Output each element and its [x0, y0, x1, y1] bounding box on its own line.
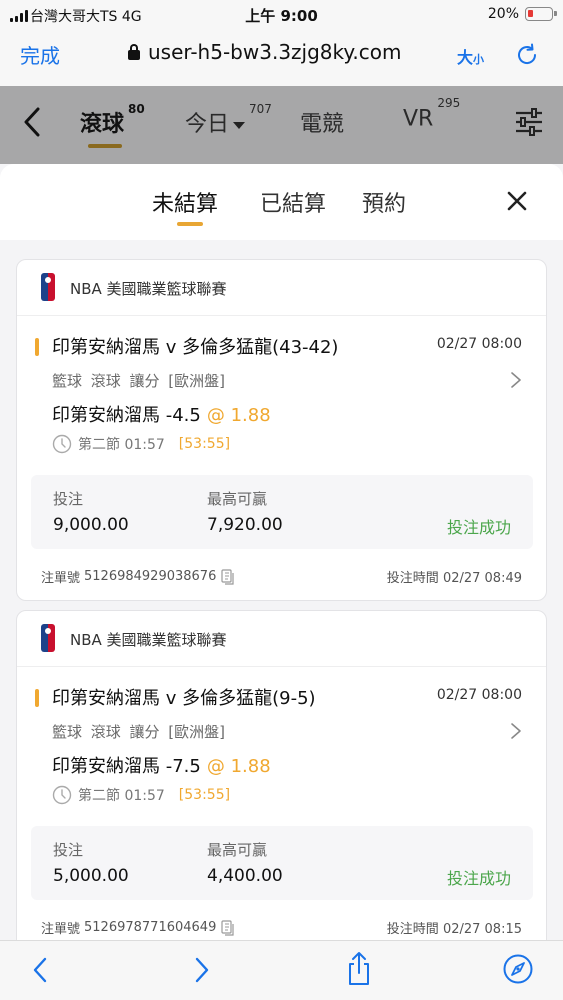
filter-icon[interactable] [514, 108, 544, 136]
share-icon[interactable] [344, 951, 374, 987]
battery-percent: 20% [487, 6, 519, 22]
tab-today[interactable]: 今日707 [185, 102, 272, 138]
tab-live[interactable]: 滾球80 [80, 102, 145, 148]
order-label: 注單號 [41, 922, 81, 937]
nba-logo-icon [41, 273, 55, 301]
max-win-amount: 4,400.00 [207, 866, 283, 886]
game-clock: 第二節 01:57 [53:55] [52, 785, 230, 805]
tab-settled[interactable]: 已結算 [260, 186, 326, 218]
copy-icon[interactable] [220, 568, 236, 585]
clock-icon [52, 434, 72, 454]
browser-address-bar: 完成 user-h5-bw3.3zjg8ky.com 大小 [0, 30, 563, 86]
live-indicator [35, 338, 39, 356]
copy-icon[interactable] [220, 919, 236, 936]
close-icon[interactable] [506, 190, 528, 212]
back-arrow-icon[interactable] [30, 955, 50, 985]
order-label: 注單號 [41, 571, 81, 586]
forward-arrow-icon[interactable] [192, 955, 212, 985]
sheet-header: 未結算 已結算 預約 [0, 164, 563, 240]
bet-selection: 印第安納溜馬 -7.5 @ 1.88 [52, 756, 271, 777]
bet-time: 投注時間 02/27 08:49 [386, 571, 522, 586]
clock-icon [52, 785, 72, 805]
max-win-label: 最高可贏 [207, 841, 268, 859]
max-win-label: 最高可贏 [207, 490, 268, 508]
match-date: 02/27 08:00 [436, 687, 522, 703]
bet-status: 投注成功 [446, 518, 511, 537]
max-win-amount: 7,920.00 [207, 515, 283, 535]
bet-status: 投注成功 [446, 869, 511, 888]
lock-icon [128, 44, 140, 60]
league-name: NBA 美國職業籃球聯賽 [70, 631, 227, 649]
stake-summary: 投注 5,000.00 最高可贏 4,400.00 投注成功 [31, 826, 533, 900]
bet-record-sheet: 未結算 已結算 預約 NBA 美國職業籃球聯賽 印第安納溜馬 v 多倫多猛龍(4… [0, 164, 563, 940]
game-clock: 第二節 01:57 [53:55] [52, 434, 230, 454]
order-number: 5126978771604649 [84, 920, 217, 935]
live-score: [53:55] [178, 436, 231, 452]
status-bar: 台灣大哥大TS 4G 上午 9:00 20% [0, 0, 563, 30]
order-number: 5126984929038676 [84, 569, 217, 584]
stake-label: 投注 [53, 490, 84, 508]
live-score: [53:55] [178, 787, 231, 803]
url-text: user-h5-bw3.3zjg8ky.com [148, 40, 402, 64]
stake-amount: 9,000.00 [53, 515, 129, 535]
match-title: 印第安納溜馬 v 多倫多猛龍(43-42) [52, 337, 339, 358]
tab-esports[interactable]: 電競 [300, 106, 344, 138]
reload-icon[interactable] [514, 42, 540, 68]
bet-selection: 印第安納溜馬 -4.5 @ 1.88 [52, 405, 271, 426]
chevron-right-icon[interactable] [510, 370, 522, 390]
bet-card: NBA 美國職業籃球聯賽 印第安納溜馬 v 多倫多猛龍(9-5) 02/27 0… [16, 610, 547, 940]
back-icon[interactable] [22, 106, 42, 138]
done-button[interactable]: 完成 [20, 40, 60, 69]
app-nav: 滾球80 今日707 電競 VR295 [0, 86, 563, 164]
bet-type: 籃球 滾球 讓分 [歐洲盤] [52, 723, 226, 741]
match-date: 02/27 08:00 [436, 336, 522, 352]
url-field[interactable]: user-h5-bw3.3zjg8ky.com [128, 40, 401, 64]
bet-card: NBA 美國職業籃球聯賽 印第安納溜馬 v 多倫多猛龍(43-42) 02/27… [16, 259, 547, 601]
league-name: NBA 美國職業籃球聯賽 [70, 280, 227, 298]
browser-toolbar [0, 940, 563, 1000]
tab-unsettled[interactable]: 未結算 [152, 186, 218, 226]
nba-logo-icon [41, 624, 55, 652]
odds: @ 1.88 [206, 756, 271, 777]
stake-amount: 5,000.00 [53, 866, 129, 886]
period-time: 第二節 01:57 [78, 788, 165, 804]
chevron-right-icon[interactable] [510, 721, 522, 741]
tab-reserved[interactable]: 預約 [362, 186, 406, 218]
battery-icon [525, 7, 557, 21]
league-header: NBA 美國職業籃球聯賽 [17, 611, 546, 667]
compass-icon[interactable] [502, 953, 534, 985]
live-indicator [35, 689, 39, 707]
period-time: 第二節 01:57 [78, 437, 165, 453]
chevron-down-icon [233, 121, 246, 129]
text-size-button[interactable]: 大小 [457, 44, 484, 68]
stake-summary: 投注 9,000.00 最高可贏 7,920.00 投注成功 [31, 475, 533, 549]
league-header: NBA 美國職業籃球聯賽 [17, 260, 546, 316]
bet-time: 投注時間 02/27 08:15 [386, 922, 522, 937]
clock: 上午 9:00 [245, 7, 318, 25]
stake-label: 投注 [53, 841, 84, 859]
bet-type: 籃球 滾球 讓分 [歐洲盤] [52, 372, 226, 390]
tab-vr[interactable]: VR295 [403, 96, 460, 131]
odds: @ 1.88 [206, 405, 271, 426]
match-title: 印第安納溜馬 v 多倫多猛龍(9-5) [52, 688, 316, 709]
